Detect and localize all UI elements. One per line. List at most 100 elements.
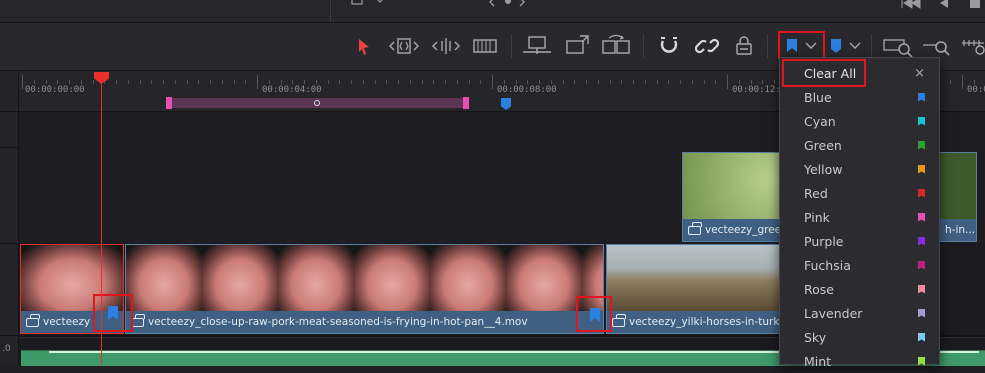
camera-icon — [26, 313, 40, 327]
highlight-box-flag — [778, 31, 825, 59]
ruler-tick — [422, 80, 423, 84]
menu-item-label: Purple — [804, 233, 844, 249]
menu-item-red[interactable]: Red — [780, 181, 939, 205]
toolbar-separator — [643, 34, 644, 58]
clip-name: vecteezy_close-up-raw-pork-meat-seasoned… — [148, 316, 528, 328]
ruler-tick — [34, 80, 35, 84]
menu-item-purple[interactable]: Purple — [780, 229, 939, 253]
ruler-tick — [234, 80, 235, 84]
ruler-tick — [950, 80, 951, 84]
ruler-tick — [398, 80, 399, 84]
ruler-tick — [363, 80, 364, 84]
dynamic-trim-icon[interactable] — [430, 33, 462, 59]
snapping-icon[interactable] — [657, 33, 681, 59]
menu-item-label: Cyan — [804, 113, 836, 129]
menu-item-fuchsia[interactable]: Fuchsia — [780, 253, 939, 277]
ruler-tick — [598, 80, 599, 84]
zoom-custom-icon[interactable] — [960, 33, 985, 59]
menu-item-label: Yellow — [804, 161, 843, 177]
clip-name: vecteezy — [43, 316, 91, 328]
audio-track-label: .0 — [2, 344, 11, 354]
menu-item-label: Lavender — [804, 305, 863, 321]
menu-item-mint[interactable]: Mint — [780, 349, 939, 373]
menu-item-cyan[interactable]: Cyan — [780, 109, 939, 133]
ruler-tick — [762, 80, 763, 84]
menu-item-sky[interactable]: Sky — [780, 325, 939, 349]
replace-clip-icon[interactable] — [600, 33, 632, 59]
flag-swatch-icon — [918, 284, 925, 294]
select-arrow-icon[interactable] — [356, 33, 372, 59]
trim-icon[interactable] — [388, 33, 420, 59]
ruler-tick — [69, 80, 70, 84]
ruler-tick — [46, 80, 47, 84]
ruler-tick — [774, 80, 775, 84]
nav-dots-icon[interactable] — [488, 0, 528, 10]
menu-item-pink[interactable]: Pink — [780, 205, 939, 229]
ruler-tick — [57, 80, 58, 84]
flag-swatch-icon — [918, 260, 925, 270]
ruler-tick — [692, 80, 693, 84]
ruler-tick — [704, 80, 705, 84]
menu-item-label: Rose — [804, 281, 834, 297]
camera-icon — [612, 313, 626, 327]
clip-meat-long[interactable]: vecteezy_close-up-raw-pork-meat-seasoned… — [125, 244, 604, 334]
blade-icon[interactable] — [471, 33, 499, 59]
clip-thumbnail — [607, 245, 779, 311]
highlight-box-clear-all — [782, 59, 866, 87]
timecode-label: 00:0 — [967, 85, 985, 95]
marker-icon[interactable] — [829, 33, 843, 59]
flag-swatch-icon — [918, 308, 925, 318]
ruler-tick — [433, 80, 434, 84]
ruler-tick — [292, 80, 293, 84]
menu-item-yellow[interactable]: Yellow — [780, 157, 939, 181]
clip-horses[interactable]: vecteezy_yilki-horses-in-turk — [606, 244, 780, 334]
menu-item-lavender[interactable]: Lavender — [780, 301, 939, 325]
ruler-tick — [551, 80, 552, 84]
ruler-tick — [469, 80, 470, 84]
toolbar-separator — [871, 34, 872, 58]
clip-label-bar: vecteezy_close-up-raw-pork-meat-seasoned… — [126, 311, 603, 333]
camera-icon — [688, 221, 702, 235]
ruler-tick — [539, 80, 540, 84]
ruler-tick — [516, 80, 517, 84]
timecode-label: 00:00:00:00 — [25, 85, 85, 95]
viewer-mode-icon[interactable] — [350, 0, 390, 10]
close-icon[interactable]: × — [914, 66, 925, 81]
playhead-line[interactable] — [101, 84, 102, 365]
menu-item-blue[interactable]: Blue — [780, 85, 939, 109]
clip-label-bar: vecteezy_yilki-horses-in-turk — [607, 311, 779, 333]
flag-swatch-icon — [918, 332, 925, 342]
toolbar-separator — [511, 34, 512, 58]
ruler-tick — [140, 80, 141, 84]
out-point-handle[interactable] — [463, 97, 469, 109]
linked-selection-icon[interactable] — [695, 33, 719, 59]
ruler-tick — [163, 80, 164, 84]
ruler-tick — [269, 80, 270, 84]
flag-swatch-icon — [918, 212, 925, 222]
chevron-down-icon[interactable] — [848, 33, 862, 59]
top-divider — [330, 0, 331, 22]
clip-name-tail: h-in... — [945, 224, 976, 236]
ruler-tick — [81, 80, 82, 84]
ruler-tick — [668, 80, 669, 84]
position-lock-icon[interactable] — [733, 33, 755, 59]
flag-swatch-icon — [918, 188, 925, 198]
ruler-tick — [586, 80, 587, 84]
flag-swatch-icon — [918, 116, 925, 126]
clip-name: vecteezy_gree — [705, 224, 782, 236]
zoom-full-icon[interactable] — [882, 33, 914, 59]
menu-item-label: Blue — [804, 89, 832, 105]
insert-clip-icon[interactable] — [521, 33, 553, 59]
ruler-tick — [727, 75, 728, 89]
ruler-tick — [527, 80, 528, 84]
zoom-detail-icon[interactable] — [921, 33, 953, 59]
in-point-handle[interactable] — [166, 97, 172, 109]
timecode-label: 00:00:08:00 — [497, 85, 557, 95]
menu-item-rose[interactable]: Rose — [780, 277, 939, 301]
menu-item-green[interactable]: Green — [780, 133, 939, 157]
ruler-tick — [974, 80, 975, 84]
ruler-tick — [222, 80, 223, 84]
transport-icons[interactable] — [900, 0, 985, 12]
overwrite-clip-icon[interactable] — [562, 33, 592, 59]
ruler-tick — [739, 80, 740, 84]
